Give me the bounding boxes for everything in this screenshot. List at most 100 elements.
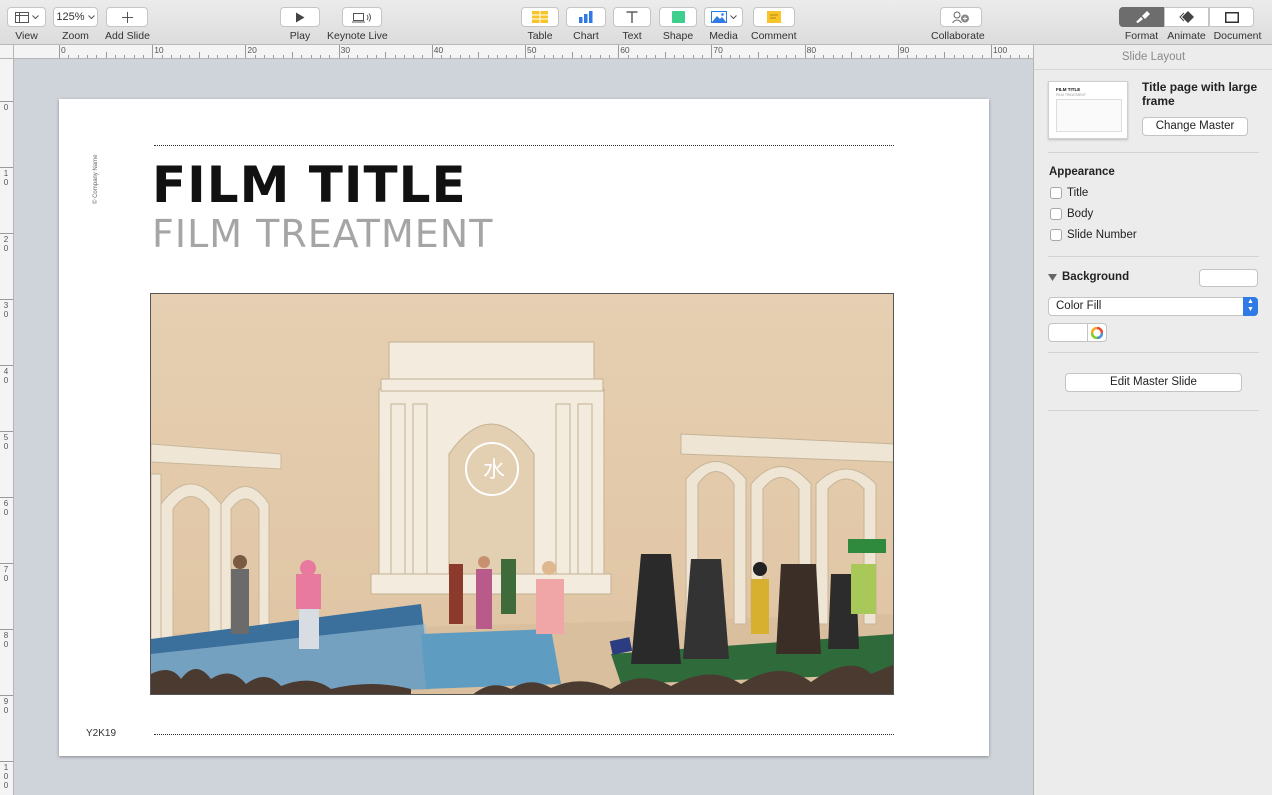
- comment-control[interactable]: Comment: [751, 7, 797, 42]
- ruler-tick: [0, 167, 13, 168]
- separator: [1048, 352, 1259, 353]
- slide-image[interactable]: 水: [150, 293, 894, 695]
- tab-animate[interactable]: [1164, 7, 1209, 27]
- table-button[interactable]: [521, 7, 559, 27]
- tab-document[interactable]: [1209, 7, 1254, 27]
- top-divider: [154, 145, 894, 146]
- ruler-tick: [953, 55, 955, 58]
- zoom-value: 125%: [56, 11, 85, 23]
- keynote-live-label: Keynote Live: [327, 30, 388, 42]
- text-button[interactable]: [613, 7, 651, 27]
- shape-control[interactable]: Shape: [659, 7, 697, 42]
- company-name-box[interactable]: © Company Name: [81, 146, 111, 206]
- chart-control[interactable]: Chart: [566, 7, 606, 42]
- body-checkbox[interactable]: Body: [1050, 208, 1093, 220]
- ruler-tick: [217, 55, 219, 58]
- play-button[interactable]: [280, 7, 320, 27]
- ruler-label: 30: [3, 301, 9, 319]
- fill-color-well[interactable]: [1048, 323, 1088, 342]
- zoom-control[interactable]: 125% Zoom: [53, 7, 98, 42]
- ruler-label: 40: [3, 367, 9, 385]
- ruler-label: 60: [3, 499, 9, 517]
- ruler-tick: [963, 55, 965, 58]
- ruler-tick: [208, 55, 210, 58]
- table-control[interactable]: Table: [521, 7, 559, 42]
- add-person-icon: [951, 11, 969, 23]
- chart-button[interactable]: [566, 7, 606, 27]
- ruler-tick: [776, 55, 778, 58]
- slide-number-checkbox[interactable]: Slide Number: [1050, 229, 1137, 241]
- comment-button[interactable]: [752, 7, 795, 27]
- table-label: Table: [527, 30, 553, 42]
- title-checkbox-box[interactable]: [1050, 187, 1062, 199]
- change-master-button[interactable]: Change Master: [1142, 117, 1248, 136]
- ruler-tick: [469, 55, 471, 58]
- ruler-label: 80: [3, 631, 9, 649]
- ruler-tick: [133, 55, 135, 58]
- slide-subtitle[interactable]: FILM TREATMENT: [152, 212, 493, 256]
- color-wheel-button[interactable]: [1087, 323, 1107, 342]
- view-control[interactable]: View: [7, 7, 46, 42]
- add-slide-button[interactable]: [106, 7, 149, 27]
- text-control[interactable]: Text: [613, 7, 651, 42]
- background-color-swatch[interactable]: [1199, 269, 1258, 287]
- slide-footer[interactable]: Y2K19: [86, 728, 116, 739]
- media-control[interactable]: Media: [704, 7, 743, 42]
- fill-type-select[interactable]: Color Fill ▲ ▼: [1048, 297, 1258, 316]
- keynote-live-button[interactable]: [341, 7, 382, 27]
- ruler-tick: [226, 55, 228, 58]
- ruler-tick: [571, 52, 573, 58]
- add-slide-control[interactable]: Add Slide: [105, 7, 150, 42]
- tab-format[interactable]: [1119, 7, 1164, 27]
- ruler-tick: [646, 55, 648, 58]
- media-button[interactable]: [704, 7, 743, 27]
- slide[interactable]: © Company Name FILM TITLE FILM TREATMENT: [59, 99, 989, 756]
- collaborate-control[interactable]: Collaborate: [931, 7, 985, 42]
- ruler-label: 50: [3, 433, 9, 451]
- vertical-ruler[interactable]: 0 10 20 30 40 50 60 70 80 90 100: [0, 59, 14, 795]
- ruler-tick: [385, 52, 387, 58]
- ruler-tick: [431, 45, 433, 58]
- slide-canvas[interactable]: © Company Name FILM TITLE FILM TREATMENT: [15, 60, 1033, 795]
- slide-title[interactable]: FILM TITLE: [152, 156, 467, 214]
- edit-master-slide-button[interactable]: Edit Master Slide: [1065, 373, 1242, 392]
- ruler-tick: [925, 55, 927, 58]
- ruler-tick: [245, 45, 247, 58]
- separator: [1048, 410, 1259, 411]
- ruler-tick: [450, 55, 452, 58]
- ruler-tick: [264, 55, 266, 58]
- ruler-tick: [170, 55, 172, 58]
- view-label: View: [15, 30, 38, 42]
- view-button[interactable]: [7, 7, 46, 27]
- thumb-image-placeholder: [1056, 99, 1122, 132]
- ruler-tick: [1018, 55, 1020, 58]
- document-icon: [1224, 11, 1239, 23]
- ruler-tick: [702, 55, 704, 58]
- zoom-button[interactable]: 125%: [53, 7, 98, 27]
- separator: [1048, 256, 1259, 257]
- ruler-tick: [86, 55, 88, 58]
- collaborate-label: Collaborate: [931, 30, 985, 42]
- background-heading: Background: [1062, 271, 1130, 283]
- master-name: Title page with large frame: [1142, 80, 1258, 108]
- ruler-tick: [338, 45, 340, 58]
- slide-number-checkbox-box[interactable]: [1050, 229, 1062, 241]
- play-control[interactable]: Play: [280, 7, 320, 42]
- master-thumbnail[interactable]: FILM TITLE FILM TREATMENT: [1048, 81, 1128, 139]
- title-checkbox[interactable]: Title: [1050, 187, 1088, 199]
- ruler-tick: [152, 45, 154, 58]
- horizontal-ruler[interactable]: 0 10 20 30 40 50 60 70 80 90 100: [14, 45, 1033, 59]
- ruler-label: 10: [3, 169, 9, 187]
- ruler-tick: [739, 55, 741, 58]
- ruler-tick: [105, 52, 107, 58]
- ruler-tick: [310, 55, 312, 58]
- separator: [1048, 152, 1259, 153]
- disclosure-triangle-icon[interactable]: [1048, 274, 1057, 282]
- ruler-tick: [236, 55, 238, 58]
- body-checkbox-box[interactable]: [1050, 208, 1062, 220]
- slide-number-checkbox-label: Slide Number: [1067, 229, 1137, 241]
- shape-button[interactable]: [659, 7, 697, 27]
- keynote-live-control[interactable]: Keynote Live: [327, 7, 388, 42]
- ruler-tick: [441, 55, 443, 58]
- collaborate-button[interactable]: [939, 7, 982, 27]
